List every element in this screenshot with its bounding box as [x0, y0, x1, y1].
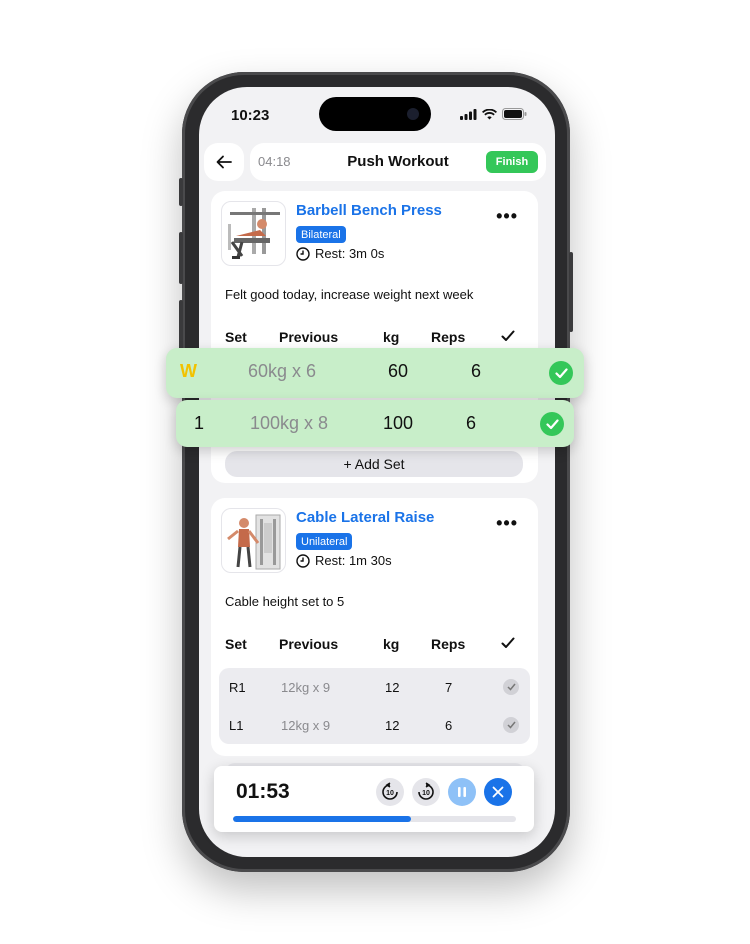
set-complete-check-icon[interactable]: [503, 717, 519, 733]
set-complete-check-icon[interactable]: [540, 412, 564, 436]
pause-icon: [458, 787, 466, 797]
status-time: 10:23: [231, 107, 270, 124]
col-reps: Reps: [431, 329, 466, 345]
set-number: L1: [229, 718, 244, 733]
action-button: [179, 178, 183, 206]
exercise-thumbnail: [221, 508, 286, 573]
col-reps: Reps: [431, 636, 466, 652]
set-kg-input[interactable]: 12: [385, 718, 399, 733]
sets-table-header: Set Previous kg Reps: [211, 329, 538, 345]
rest-time[interactable]: Rest: 1m 30s: [296, 553, 392, 568]
forward-10-button[interactable]: 10: [412, 778, 440, 806]
col-set: Set: [225, 329, 247, 345]
col-set: Set: [225, 636, 247, 652]
more-options-icon[interactable]: •••: [496, 207, 518, 225]
rest-timer-time: 01:53: [236, 780, 290, 803]
col-kg: kg: [383, 636, 400, 652]
set-previous: 100kg x 8: [250, 413, 329, 433]
set-reps-input[interactable]: 6: [471, 361, 481, 382]
col-done-check-icon: [501, 330, 515, 341]
add-set-button[interactable]: + Add Set: [225, 451, 523, 477]
signal-icon: [460, 108, 477, 120]
pause-button[interactable]: [448, 778, 476, 806]
forward-10-icon: 10: [418, 782, 434, 800]
rest-time-label: Rest: 1m 30s: [315, 553, 392, 568]
table-row[interactable]: 1 100kg x 8 100 6: [176, 400, 574, 447]
set-previous: 12kg x 9: [281, 718, 331, 733]
battery-icon: [502, 108, 527, 120]
sets-table-header: Set Previous kg Reps: [211, 636, 538, 652]
rest-time[interactable]: Rest: 3m 0s: [296, 246, 384, 261]
rest-progress-fill: [233, 816, 412, 822]
col-done-check-icon: [501, 637, 515, 648]
exercise-type-badge: Unilateral: [296, 533, 353, 550]
power-button: [569, 252, 573, 332]
exercise-notes[interactable]: Cable height set to 5: [225, 594, 344, 609]
col-previous: Previous: [279, 636, 339, 652]
exercise-notes[interactable]: Felt good today, increase weight next we…: [225, 287, 473, 302]
volume-down-button: [179, 300, 183, 352]
set-previous: 60kg x 6: [248, 361, 317, 381]
table-row[interactable]: W 60kg x 6 60 6: [166, 348, 584, 398]
status-icons: [460, 108, 527, 120]
close-timer-button[interactable]: [484, 778, 512, 806]
back-button[interactable]: [204, 143, 244, 181]
forward-seconds: 10: [422, 790, 430, 797]
set-number: 1: [194, 413, 205, 433]
clock-icon: [296, 553, 310, 568]
rest-timer-panel: 01:53 10 10: [214, 766, 534, 832]
set-previous: 12kg x 9: [281, 680, 331, 695]
rewind-10-button[interactable]: 10: [376, 778, 404, 806]
set-reps-input[interactable]: 6: [445, 718, 452, 733]
arrow-left-icon: [216, 155, 232, 169]
close-icon: [492, 786, 504, 798]
set-kg-input[interactable]: 60: [388, 361, 408, 382]
volume-up-button: [179, 232, 183, 284]
rest-time-label: Rest: 3m 0s: [315, 246, 385, 261]
set-reps-input[interactable]: 7: [445, 680, 452, 695]
rewind-10-icon: 10: [382, 782, 398, 800]
app-screen: 10:23 04:18 Push Workout Finish Barbell …: [199, 87, 555, 857]
rest-progress-bar: [233, 816, 516, 822]
set-complete-check-icon[interactable]: [549, 361, 573, 385]
set-complete-check-icon[interactable]: [503, 679, 519, 695]
set-kg-input[interactable]: 12: [385, 680, 399, 695]
clock-icon: [296, 246, 310, 261]
set-number: R1: [229, 680, 246, 695]
exercise-title[interactable]: Barbell Bench Press: [296, 202, 442, 219]
sets-list: [219, 668, 530, 744]
dynamic-island: [319, 97, 431, 131]
set-kg-input[interactable]: 100: [383, 413, 413, 434]
wifi-icon: [482, 108, 497, 119]
exercise-thumbnail: [221, 201, 286, 266]
set-reps-input[interactable]: 6: [466, 413, 476, 434]
more-options-icon[interactable]: •••: [496, 514, 518, 532]
exercise-type-badge: Bilateral: [296, 226, 346, 243]
workout-header: 04:18 Push Workout Finish: [250, 143, 546, 181]
col-previous: Previous: [279, 329, 339, 345]
set-number-warmup: W: [180, 361, 197, 381]
rewind-seconds: 10: [386, 790, 394, 797]
col-kg: kg: [383, 329, 400, 345]
exercise-title[interactable]: Cable Lateral Raise: [296, 509, 434, 526]
exercise-card-lateral-raise: Cable Lateral Raise Unilateral Rest: 1m …: [211, 498, 538, 756]
finish-button[interactable]: Finish: [486, 151, 538, 173]
